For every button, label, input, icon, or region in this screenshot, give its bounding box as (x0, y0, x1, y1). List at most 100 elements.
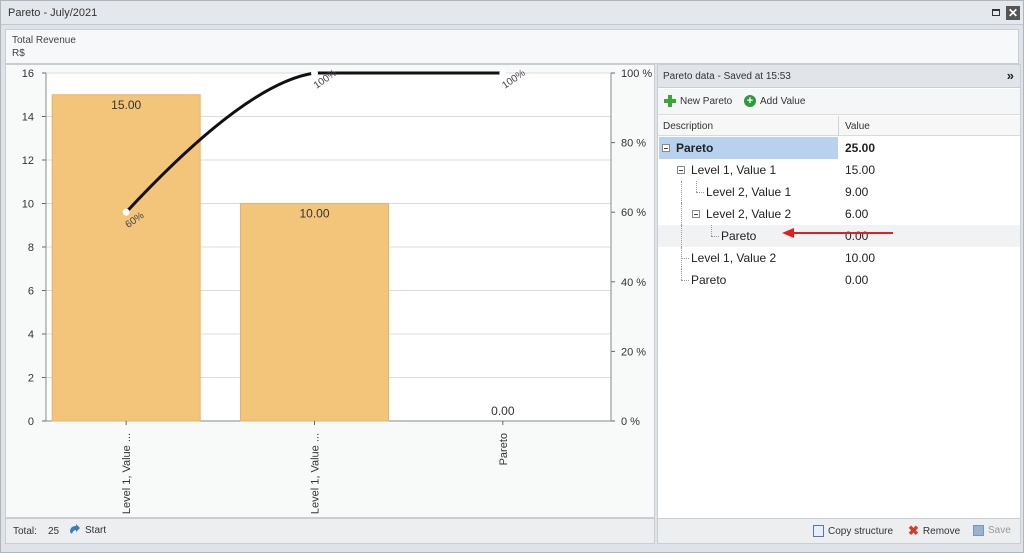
add-value-button[interactable]: + Add Value (744, 95, 805, 107)
tree-line (711, 236, 719, 237)
row-label: Level 2, Value 1 (706, 185, 792, 199)
row-value[interactable]: 10.00 (845, 251, 875, 265)
copy-structure-label: Copy structure (828, 525, 894, 537)
bar (51, 94, 201, 422)
y-tick-label: 2 (28, 373, 34, 385)
row-value[interactable]: 9.00 (845, 185, 868, 199)
tree-row-level2-value1[interactable]: Level 2, Value 1 9.00 (658, 181, 1020, 203)
y-tick-label: 10 (22, 199, 34, 211)
save-label: Save (988, 525, 1011, 536)
tree-row-pareto-level1[interactable]: Pareto 0.00 (658, 269, 1020, 291)
copy-structure-button[interactable]: Copy structure (813, 525, 893, 537)
row-value[interactable]: 25.00 (845, 141, 875, 155)
collapse-icon[interactable] (662, 144, 670, 152)
grid-header: Description Value (658, 116, 1020, 136)
close-button[interactable]: ✕ (1006, 6, 1020, 20)
metric-header: Total Revenue R$ (5, 29, 1019, 64)
remove-button[interactable]: ✖ Remove (908, 523, 961, 538)
tree-row-level1-value2[interactable]: Level 1, Value 2 10.00 (658, 247, 1020, 269)
panel-header: Pareto data - Saved at 15:53 » (658, 65, 1020, 88)
new-pareto-label: New Pareto (680, 95, 733, 107)
add-value-label: Add Value (760, 95, 806, 107)
tree-line (681, 269, 682, 280)
y-tick-label: 8 (28, 242, 34, 254)
y-tick-label: 4 (28, 329, 34, 341)
add-circle-icon: + (744, 95, 756, 107)
chart-panel: 0 2 4 6 8 10 12 14 16 0 % 20 % 40 % 60 % 80 % 100 % 15.… (5, 64, 655, 518)
y2-tick-label: 100 % (621, 68, 652, 80)
window-title: Pareto - July/2021 (8, 7, 98, 19)
collapse-icon[interactable] (692, 210, 700, 218)
y-tick-label: 14 (22, 112, 34, 124)
tree-line (681, 181, 682, 203)
y2-tick-label: 0 % (621, 416, 640, 428)
y-tick-label: 12 (22, 155, 34, 167)
tree-row-root[interactable]: Pareto 25.00 (658, 137, 1020, 159)
bar (240, 203, 389, 422)
copy-icon (813, 525, 824, 537)
metric-name: Total Revenue (12, 35, 76, 46)
pareto-data-panel: Pareto data - Saved at 15:53 » New Paret… (657, 64, 1021, 544)
restore-button[interactable] (989, 6, 1003, 20)
column-description[interactable]: Description (663, 121, 713, 132)
tree-line (711, 225, 712, 236)
arrow-head (782, 228, 794, 238)
double-chevron-right-icon[interactable]: » (1007, 68, 1014, 83)
red-arrow-annotation (782, 228, 893, 238)
y2-tick-label: 80 % (621, 138, 646, 150)
row-value[interactable]: 0.00 (845, 273, 868, 287)
cumulative-point (122, 208, 130, 216)
save-button[interactable]: Save (973, 525, 1011, 536)
x-tick-label: Pareto (498, 433, 510, 465)
cumulative-point (499, 69, 507, 77)
row-label: Pareto (721, 229, 757, 243)
remove-label: Remove (922, 525, 961, 537)
bar-value-label: 15.00 (111, 98, 141, 112)
title-bar: Pareto - July/2021 ✕ (1, 1, 1023, 25)
collapse-icon[interactable] (677, 166, 685, 174)
tree-line (696, 181, 697, 192)
row-label: Level 2, Value 2 (706, 207, 792, 221)
column-separator[interactable] (838, 116, 839, 136)
x-tick-label: Level 1, Value ... (121, 433, 133, 514)
cumulative-point (311, 69, 318, 77)
row-value[interactable]: 15.00 (845, 163, 875, 177)
start-icon (70, 524, 80, 534)
row-label: Pareto (676, 141, 714, 155)
metric-unit: R$ (12, 48, 25, 59)
start-label: Start (85, 524, 107, 536)
bar-value-label: 0.00 (491, 404, 515, 418)
tree-line (696, 192, 704, 193)
pareto-chart: 0 2 4 6 8 10 12 14 16 0 % 20 % 40 % 60 % 80 % 100 % 15.… (22, 68, 653, 514)
start-button[interactable]: Start (68, 524, 106, 536)
restore-icon (992, 9, 1000, 16)
y-tick-label: 0 (28, 416, 34, 428)
y2-tick-label: 60 % (621, 207, 646, 219)
new-pareto-button[interactable]: New Pareto (664, 95, 732, 107)
row-label: Level 1, Value 2 (691, 251, 777, 265)
save-icon (973, 525, 984, 536)
total-label: Total: (13, 526, 37, 537)
y-tick-label: 16 (22, 68, 34, 80)
tree-line (681, 225, 682, 247)
tree-row-level2-value2[interactable]: Level 2, Value 2 6.00 (658, 203, 1020, 225)
tree-line (681, 203, 682, 225)
remove-icon: ✖ (908, 523, 919, 538)
y2-tick-label: 40 % (621, 277, 646, 289)
row-label: Level 1, Value 1 (691, 163, 777, 177)
close-icon: ✕ (1007, 6, 1019, 20)
panel-title: Pareto data - Saved at 15:53 (663, 71, 791, 82)
column-value[interactable]: Value (845, 121, 870, 132)
y-tick-label: 6 (28, 286, 34, 298)
tree-line (681, 258, 689, 259)
tree-line (681, 280, 689, 281)
total-value: 25 (48, 526, 60, 537)
plus-icon (664, 95, 676, 107)
y2-tick-label: 20 % (621, 346, 646, 358)
tree-row-level1-value1[interactable]: Level 1, Value 1 15.00 (658, 159, 1020, 181)
chart-footer: Total: 25 Start (5, 518, 655, 544)
panel-toolbar: New Pareto + Add Value (658, 89, 1020, 115)
pareto-window: Pareto - July/2021 ✕ Total Revenue R$ 0 2… (0, 0, 1024, 553)
row-value[interactable]: 6.00 (845, 207, 868, 221)
x-tick-label: Level 1, Value ... (310, 433, 322, 514)
